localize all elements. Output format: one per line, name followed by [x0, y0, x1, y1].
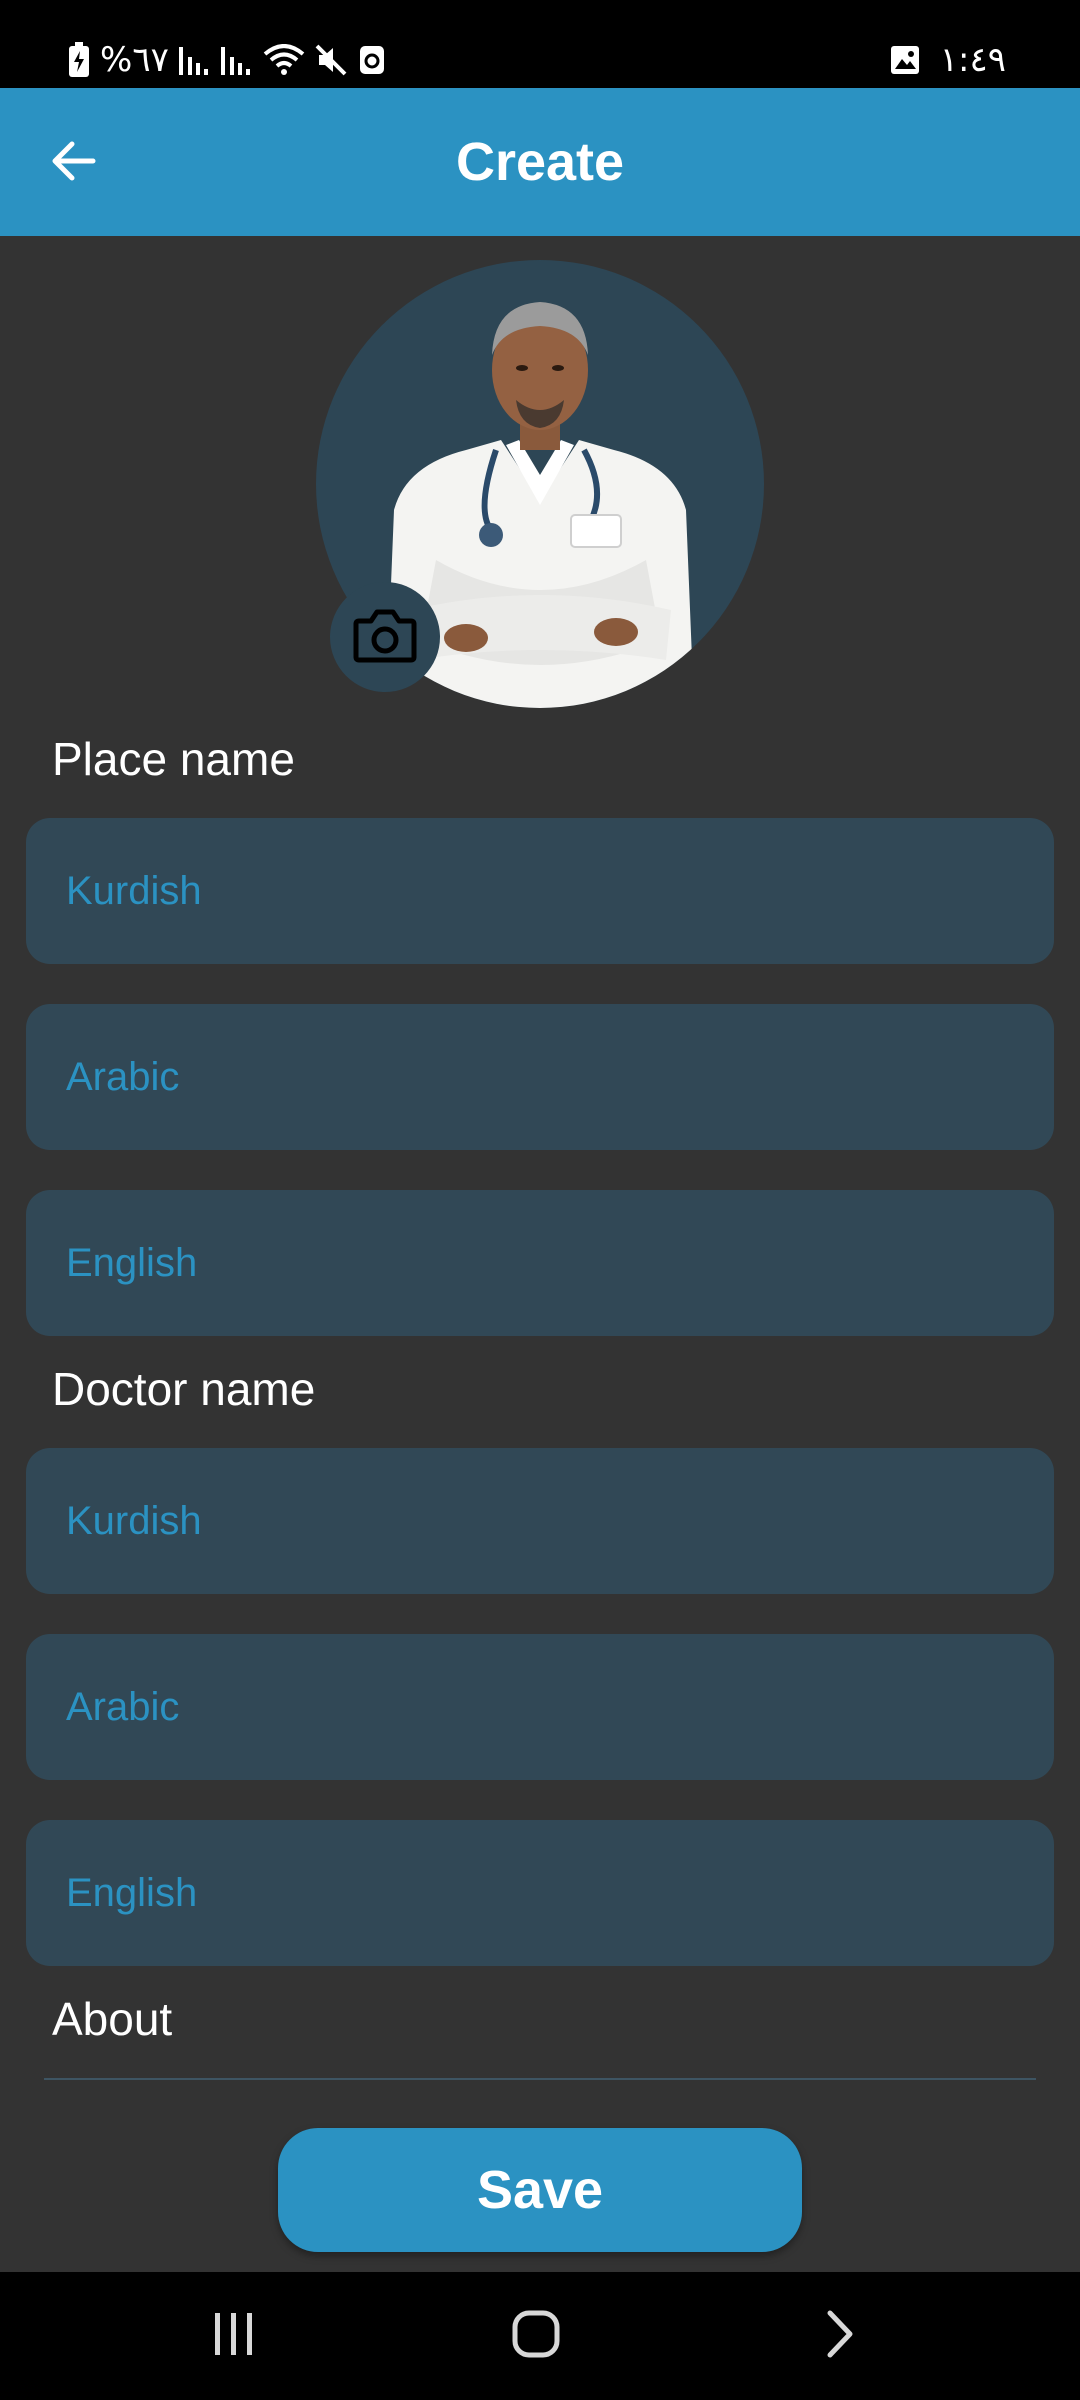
battery-percent: %٦٧	[100, 40, 169, 80]
home-icon	[511, 2309, 561, 2364]
place-name-english-field[interactable]	[26, 1190, 1054, 1336]
place-name-arabic-input[interactable]	[26, 1004, 1054, 1150]
recent-apps-icon	[211, 2311, 257, 2362]
status-bar-right: ١:٤٩	[890, 38, 1006, 82]
back-chevron-icon	[825, 2309, 855, 2364]
signal-icon	[178, 45, 211, 75]
status-bar: %٦٧ ١:٤٩	[0, 0, 1080, 88]
place-name-arabic-field[interactable]	[26, 1004, 1054, 1150]
doctor-name-arabic-input[interactable]	[26, 1634, 1054, 1780]
wifi-icon	[263, 44, 305, 76]
place-name-kurdish-field[interactable]	[26, 818, 1054, 964]
back-nav-button[interactable]	[790, 2298, 890, 2374]
home-button[interactable]	[486, 2298, 586, 2374]
page-title: Create	[455, 132, 625, 192]
place-name-label: Place name	[52, 733, 295, 785]
doctor-name-kurdish-field[interactable]	[26, 1448, 1054, 1594]
signal-icon	[220, 45, 253, 75]
battery-charging-icon	[68, 42, 90, 78]
about-input-underline[interactable]	[44, 2078, 1036, 2080]
change-photo-button[interactable]	[330, 582, 440, 692]
camera-icon	[353, 607, 417, 668]
about-label: About	[52, 1993, 173, 2045]
doctor-name-english-field[interactable]	[26, 1820, 1054, 1966]
status-time: ١:٤٩	[939, 40, 1006, 80]
doctor-name-arabic-field[interactable]	[26, 1634, 1054, 1780]
gallery-icon	[890, 45, 920, 75]
back-button[interactable]	[40, 130, 106, 196]
doctor-name-english-input[interactable]	[26, 1820, 1054, 1966]
navigation-bar	[0, 2272, 1080, 2400]
recent-apps-button[interactable]	[184, 2298, 284, 2374]
status-bar-left: %٦٧	[68, 38, 385, 82]
place-name-kurdish-input[interactable]	[26, 818, 1054, 964]
doctor-name-label: Doctor name	[52, 1363, 316, 1415]
place-name-english-input[interactable]	[26, 1190, 1054, 1336]
app-bar: Create	[0, 88, 1080, 236]
arrow-left-icon	[50, 141, 96, 186]
doctor-name-kurdish-input[interactable]	[26, 1448, 1054, 1594]
mute-icon	[315, 44, 349, 76]
save-button[interactable]: Save	[278, 2128, 802, 2252]
recycle-icon	[359, 44, 385, 76]
